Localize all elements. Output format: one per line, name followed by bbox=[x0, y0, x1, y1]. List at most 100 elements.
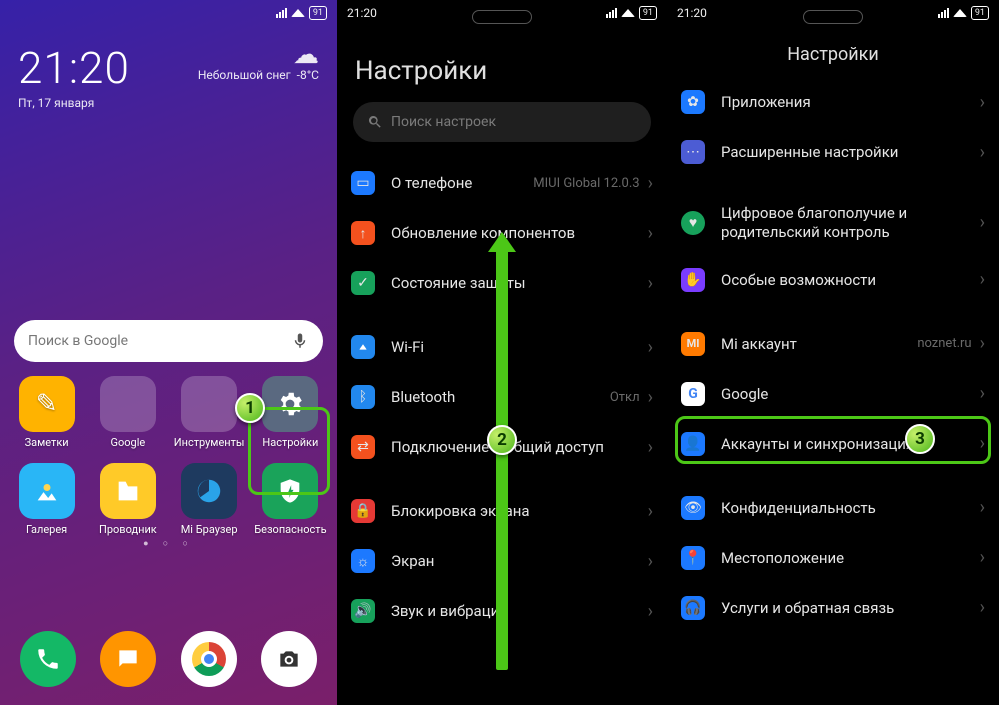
app-label: Настройки bbox=[262, 436, 318, 449]
chevron-right-icon: › bbox=[980, 269, 985, 290]
row-feedback[interactable]: 🎧 Услуги и обратная связь › bbox=[667, 583, 999, 633]
step-badge-2: 2 bbox=[487, 425, 517, 455]
app-label: Проводник bbox=[99, 523, 157, 536]
row-about-phone[interactable]: ▭ О телефоне MIUI Global 12.0.3 › bbox=[337, 158, 667, 208]
wifi-icon bbox=[621, 9, 635, 17]
row-accounts[interactable]: 👤 Аккаунты и синхронизация › bbox=[667, 419, 999, 469]
app-grid: ✎ Заметки Google Инструменты bbox=[0, 362, 337, 536]
chevron-right-icon: › bbox=[980, 497, 985, 518]
row-label: Цифровое благополучие и родительский кон… bbox=[721, 204, 972, 242]
brightness-icon: ☼ bbox=[351, 549, 375, 573]
dots-icon: ⋯ bbox=[681, 140, 705, 164]
camera-icon[interactable] bbox=[261, 631, 317, 687]
chevron-right-icon: › bbox=[980, 597, 985, 618]
row-location[interactable]: 📍 Местоположение › bbox=[667, 533, 999, 583]
status-time: 21:20 bbox=[677, 6, 707, 20]
chevron-right-icon: › bbox=[980, 92, 985, 113]
app-label: Галерея bbox=[26, 523, 67, 536]
statusbar: 21:20 91 bbox=[667, 0, 999, 26]
wifi-icon bbox=[953, 9, 967, 17]
headset-icon: 🎧 bbox=[681, 596, 705, 620]
user-icon: 👤 bbox=[681, 432, 705, 456]
weather-widget[interactable]: ☁ Небольшой снег -8°C bbox=[198, 42, 319, 110]
bluetooth-icon: ᛒ bbox=[351, 385, 375, 409]
wifi-icon bbox=[351, 335, 375, 359]
clock-time: 21:20 bbox=[18, 42, 130, 94]
row-sub: noznet.ru bbox=[917, 336, 971, 351]
app-label: Инструменты bbox=[174, 436, 245, 449]
chevron-right-icon: › bbox=[648, 223, 653, 244]
google-search-bar[interactable]: Поиск в Google bbox=[14, 320, 323, 362]
row-google[interactable]: G Google › bbox=[667, 369, 999, 419]
status-time: 21:20 bbox=[347, 6, 377, 20]
row-label: Услуги и обратная связь bbox=[721, 599, 972, 617]
row-privacy[interactable]: 👁 Конфиденциальность › bbox=[667, 483, 999, 533]
map-pin-icon: 📍 bbox=[681, 546, 705, 570]
message-icon[interactable] bbox=[100, 631, 156, 687]
app-browser[interactable]: Mi Браузер bbox=[171, 463, 248, 536]
signal-icon bbox=[938, 8, 949, 18]
app-label: Безопасность bbox=[254, 523, 326, 536]
chevron-right-icon: › bbox=[980, 383, 985, 404]
row-label: Местоположение bbox=[721, 549, 972, 567]
battery-icon: 91 bbox=[971, 6, 989, 20]
phone-info-icon: ▭ bbox=[351, 171, 375, 195]
app-label: Mi Браузер bbox=[181, 523, 238, 536]
row-label: Особые возможности bbox=[721, 271, 972, 289]
statusbar: 21:20 91 bbox=[337, 0, 667, 26]
phone-icon[interactable] bbox=[20, 631, 76, 687]
battery-icon: 91 bbox=[639, 6, 657, 20]
globe-icon bbox=[181, 463, 237, 519]
app-gallery[interactable]: Галерея bbox=[8, 463, 85, 536]
shield-check-icon: ✓ bbox=[351, 271, 375, 295]
chevron-right-icon: › bbox=[648, 601, 653, 622]
mic-icon[interactable] bbox=[291, 332, 309, 350]
chevron-right-icon: › bbox=[648, 173, 653, 194]
folder-file-icon bbox=[100, 463, 156, 519]
lock-icon: 🔒 bbox=[351, 499, 375, 523]
scroll-up-arrow bbox=[496, 250, 508, 670]
chevron-right-icon: › bbox=[980, 142, 985, 163]
clock-date: Пт, 17 января bbox=[18, 96, 130, 110]
row-sub: Откл bbox=[610, 390, 640, 405]
dock bbox=[0, 621, 337, 705]
chevron-right-icon: › bbox=[648, 551, 653, 572]
battery-icon: 91 bbox=[309, 6, 327, 20]
app-folder-google[interactable]: Google bbox=[89, 376, 166, 449]
shield-icon bbox=[262, 463, 318, 519]
gear-icon bbox=[262, 376, 318, 432]
app-security[interactable]: Безопасность bbox=[252, 463, 329, 536]
folder-icon bbox=[100, 376, 156, 432]
chevron-right-icon: › bbox=[980, 212, 985, 233]
chevron-right-icon: › bbox=[980, 333, 985, 354]
row-accessibility[interactable]: ✋ Особые возможности › bbox=[667, 255, 999, 305]
row-advanced[interactable]: ⋯ Расширенные настройки › bbox=[667, 127, 999, 177]
step-badge-3: 3 bbox=[905, 424, 935, 454]
row-mi-account[interactable]: MI Mi аккаунт noznet.ru › bbox=[667, 319, 999, 369]
app-files[interactable]: Проводник bbox=[89, 463, 166, 536]
page-dots: ● ○ ○ bbox=[0, 538, 337, 549]
arrow-up-icon: ↑ bbox=[351, 221, 375, 245]
notes-icon: ✎ bbox=[19, 376, 75, 432]
settings-search[interactable]: Поиск настроек bbox=[353, 102, 651, 142]
step-badge-1: 1 bbox=[235, 393, 265, 423]
weather-text: Небольшой снег bbox=[198, 68, 291, 82]
page-title: Настройки bbox=[667, 26, 999, 77]
row-label: Mi аккаунт bbox=[721, 335, 911, 353]
tether-icon: ⇄ bbox=[351, 435, 375, 459]
eye-icon: 👁 bbox=[681, 496, 705, 520]
row-label: Звук и вибрация bbox=[391, 602, 640, 620]
apps-icon: ✿ bbox=[681, 90, 705, 114]
chevron-right-icon: › bbox=[648, 437, 653, 458]
row-label: Состояние защиты bbox=[391, 274, 640, 292]
row-wellbeing[interactable]: ♥ Цифровое благополучие и родительский к… bbox=[667, 191, 999, 255]
row-label: О телефоне bbox=[391, 174, 527, 192]
wifi-icon bbox=[291, 9, 305, 17]
chrome-icon[interactable] bbox=[181, 631, 237, 687]
statusbar: 91 bbox=[0, 0, 337, 26]
row-sub: MIUI Global 12.0.3 bbox=[533, 176, 639, 191]
row-label: Расширенные настройки bbox=[721, 143, 972, 161]
search-icon bbox=[367, 114, 383, 130]
app-notes[interactable]: ✎ Заметки bbox=[8, 376, 85, 449]
row-apps[interactable]: ✿ Приложения › bbox=[667, 77, 999, 127]
